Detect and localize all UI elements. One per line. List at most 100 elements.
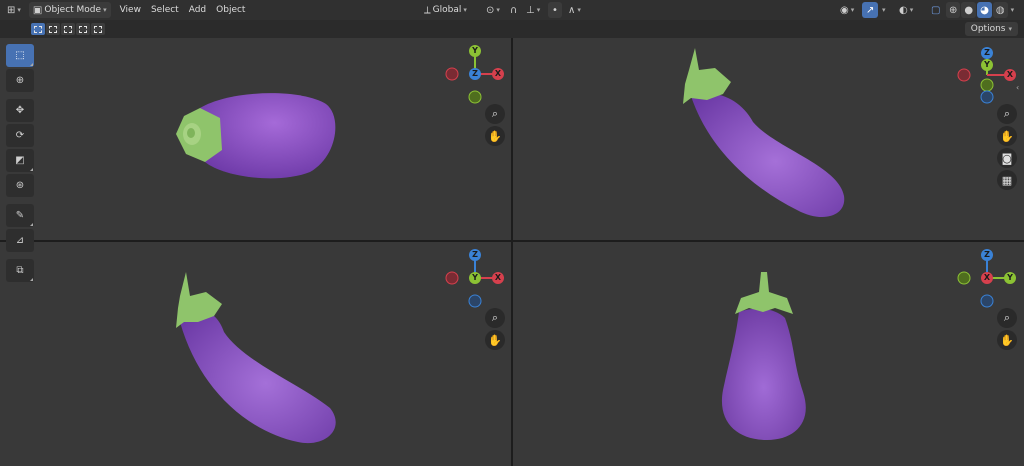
navigation-gizmo[interactable]: Z Y X [957,45,1017,105]
gizmo-toggle[interactable]: ↗ [862,2,879,18]
select-box-tool[interactable]: ⬚ [6,44,34,67]
tool-variants-corner [30,63,33,66]
eggplant-model [683,48,845,218]
select-box-icon: ⬚ [15,50,25,61]
navigation-gizmo[interactable]: Z Y X [445,249,505,309]
rotate-tool[interactable]: ⟳ [6,124,34,147]
sidebar-toggle-arrow[interactable]: ‹ [1016,83,1024,97]
chevron-down-icon: ▾ [536,6,541,14]
pivot-point-dropdown[interactable]: ⊙ ▾ [482,2,504,18]
snap-toggle[interactable]: ∩ [506,2,521,18]
viewport-right[interactable]: Z X Y ⌕ ✋ [513,242,1024,466]
scale-icon: ◩ [15,155,25,166]
eggplant-model [721,272,806,440]
shading-wireframe-button[interactable]: ⊕ [946,2,961,18]
gizmo-axis-y[interactable]: Y [469,272,481,284]
tool-variants-corner [30,223,33,226]
shading-dropdown[interactable]: ▾ [1009,2,1017,18]
select-difference-button[interactable] [76,23,90,35]
snap-target-dropdown[interactable]: ⊥ ▾ [522,2,544,18]
gizmo-axis-z[interactable]: Z [981,249,993,261]
chevron-down-icon: ▾ [1008,25,1012,33]
navigation-gizmo[interactable]: Y X Z [445,45,505,105]
annotate-tool[interactable]: ✎ [6,204,34,227]
magnifier-icon: ⌕ [491,107,499,120]
editor-type-button[interactable]: ⊞ ▾ [3,2,25,18]
selection-mode-group [31,23,105,35]
gizmo-axis-y[interactable]: Y [981,59,993,71]
chevron-down-icon: ▾ [577,6,581,14]
tool-variants-corner [30,278,33,281]
perspective-toggle-button[interactable]: ▦ [997,170,1017,190]
camera-icon: ◙ [1001,151,1013,165]
gizmo-axis-y[interactable]: Y [469,45,481,57]
gizmo-axis-x[interactable]: X [981,272,993,284]
header-menus: View Select Add Object [115,2,251,18]
scale-tool[interactable]: ◩ [6,149,34,172]
pan-button[interactable]: ✋ [997,330,1017,350]
rotate-icon: ⟳ [15,130,25,141]
hand-icon: ✋ [1000,129,1014,143]
grid-perspective-icon: ▦ [1001,173,1013,187]
gizmo-axis-x[interactable]: X [492,68,504,80]
gizmo-axis-z[interactable]: Z [469,68,481,80]
visibility-dropdown[interactable]: ◉ ▾ [836,2,858,18]
wireframe-sphere-icon: ⊕ [949,4,958,16]
navigation-gizmo[interactable]: Z X Y [957,249,1017,309]
chevron-down-icon: ▾ [1010,6,1015,14]
gizmo-axis-z[interactable]: Z [981,47,993,59]
chevron-down-icon: ▾ [103,6,107,14]
proportional-edit-icon: • [552,4,558,16]
select-new-button[interactable] [31,23,45,35]
options-dropdown[interactable]: Options ▾ [964,22,1018,36]
camera-view-button[interactable]: ◙ [997,148,1017,168]
magnet-icon: ∩ [510,4,518,16]
pan-button[interactable]: ✋ [485,126,505,146]
shading-material-button[interactable]: ◕ [977,2,992,18]
cursor-tool[interactable]: ⊕ [6,69,34,92]
move-tool[interactable]: ✥ [6,99,34,122]
transform-icon: ⊛ [15,180,25,191]
gizmo-axis-z[interactable]: Z [469,249,481,261]
viewport-top[interactable]: Y X Z ⌕ ✋ [0,38,511,240]
eggplant-model [176,272,336,444]
tool-variants-corner [30,168,33,171]
transform-tool[interactable]: ⊛ [6,174,34,197]
pan-button[interactable]: ✋ [997,126,1017,146]
overlay-toggle[interactable]: ◐ ▾ [895,2,917,18]
select-extend-button[interactable] [46,23,60,35]
axes-icon: ⟂ [424,4,431,16]
viewport-front[interactable]: Z Y X ⌕ ✋ [0,242,511,466]
select-intersect-button[interactable] [91,23,105,35]
zoom-button[interactable]: ⌕ [997,104,1017,124]
zoom-button[interactable]: ⌕ [997,308,1017,328]
shading-solid-button[interactable]: ● [961,2,977,18]
chevron-down-icon: ▾ [882,6,886,14]
gizmo-axis-x[interactable]: X [492,272,504,284]
rendered-sphere-icon: ◍ [995,4,1005,16]
menu-view[interactable]: View [115,2,146,18]
pan-button[interactable]: ✋ [485,330,505,350]
menu-add[interactable]: Add [184,2,211,18]
gizmo-dropdown[interactable]: ▾ [878,2,890,18]
xray-toggle[interactable]: ▢ [927,2,944,18]
measure-tool[interactable]: ⊿ [6,229,34,252]
zoom-button[interactable]: ⌕ [485,104,505,124]
chevron-down-icon: ▾ [17,6,21,14]
select-subtract-button[interactable] [61,23,75,35]
zoom-button[interactable]: ⌕ [485,308,505,328]
magnifier-icon: ⌕ [1003,311,1011,324]
gizmo-axis-y[interactable]: Y [1004,272,1016,284]
proportional-falloff-dropdown[interactable]: ∧ ▾ [564,2,585,18]
menu-select[interactable]: Select [146,2,184,18]
viewport-perspective[interactable]: Z Y X ⌕ ✋ ◙ ▦ ‹ [513,38,1024,240]
proportional-edit-toggle[interactable]: • [548,2,562,18]
transform-orientation-dropdown[interactable]: ⟂ Global ▾ [420,2,471,18]
shading-rendered-button[interactable]: ◍ [992,2,1008,18]
tool-shelf: ⬚ ⊕ ✥ ⟳ ◩ ⊛ ✎ ⊿ ⧉ [6,44,35,282]
menu-object[interactable]: Object [211,2,250,18]
gizmo-axis-x[interactable]: X [1004,69,1016,81]
snap-grid-icon: ⊥ [526,4,535,16]
add-cube-tool[interactable]: ⧉ [6,259,34,282]
mode-dropdown[interactable]: ▣ Object Mode ▾ [28,2,111,18]
